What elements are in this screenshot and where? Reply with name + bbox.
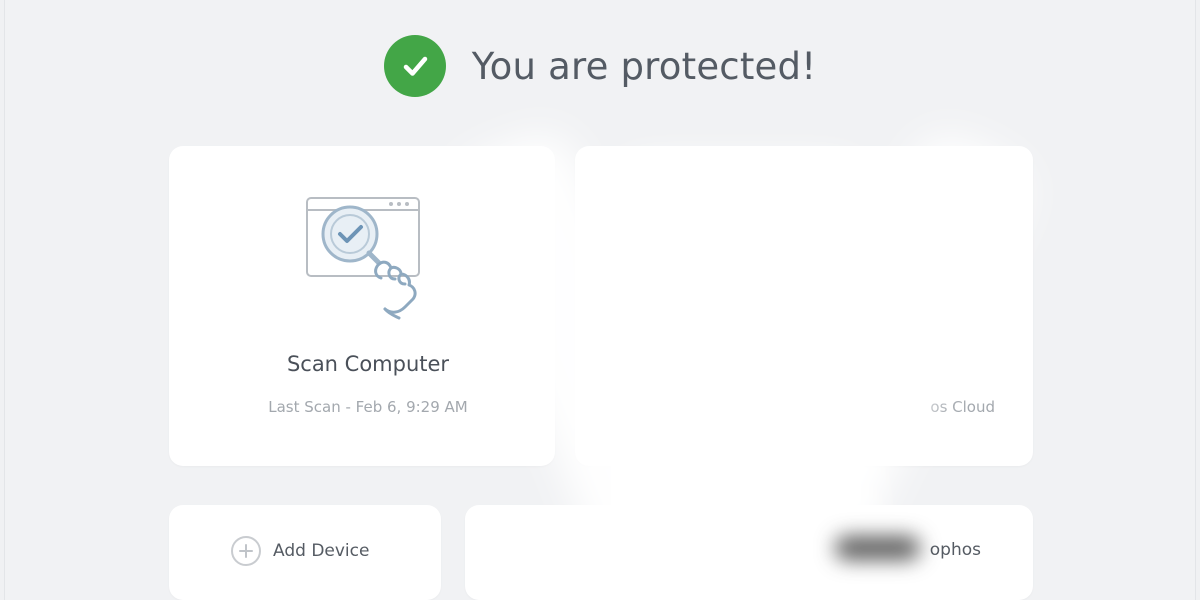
plus-icon [231, 536, 261, 566]
last-scan-text: Last Scan - Feb 6, 9:29 AM [268, 398, 468, 416]
add-device-button[interactable]: Add Device [231, 536, 369, 566]
add-device-card[interactable]: Add Device [169, 505, 441, 600]
status-header: You are protected! [0, 34, 1200, 98]
sophos-label: ophos [929, 540, 981, 560]
scan-computer-card[interactable]: Scan Computer Last Scan - Feb 6, 9:29 AM [169, 146, 555, 466]
status-title: You are protected! [471, 44, 817, 88]
scan-computer-title: Scan Computer [286, 352, 450, 376]
check-icon [383, 35, 446, 97]
add-device-label: Add Device [273, 541, 370, 561]
cloud-label: os Cloud [930, 398, 995, 416]
cloud-card[interactable]: os Cloud [575, 146, 1033, 466]
app-page: You are protected! Scan Computer Last Sc… [0, 0, 1200, 600]
scan-illustration-icon [303, 192, 443, 322]
sophos-card[interactable]: ophos [465, 505, 1033, 600]
